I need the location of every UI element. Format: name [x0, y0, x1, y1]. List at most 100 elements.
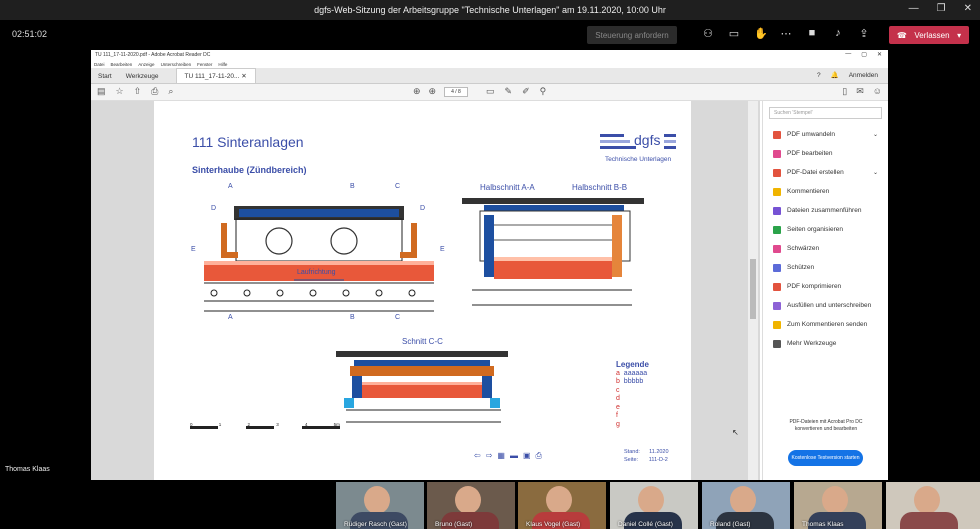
- window-titlebar: dgfs-Web-Sitzung der Arbeitsgruppe "Tech…: [0, 0, 980, 20]
- tool-mehr-werkzeuge[interactable]: Mehr Werkzeuge: [763, 334, 888, 353]
- participant-video[interactable]: Bruno (Gast): [427, 482, 515, 529]
- legend-item: d: [616, 395, 620, 402]
- tools-search-input[interactable]: Suchen 'Stempel': [769, 107, 882, 119]
- tab-start[interactable]: Start: [91, 70, 119, 83]
- highlight-icon[interactable]: ✐: [522, 86, 530, 97]
- scrollbar-thumb[interactable]: [750, 259, 756, 319]
- participant-video[interactable]: Thomas Klaas: [794, 482, 882, 529]
- seite-value: 111-D-2: [648, 457, 668, 463]
- microphone-icon[interactable]: ♪: [832, 27, 844, 40]
- nav-pages-icon[interactable]: ▦: [497, 451, 505, 461]
- menu-file[interactable]: Datei: [94, 62, 105, 67]
- trial-button[interactable]: Kostenlose Testversion starten: [788, 450, 863, 466]
- bell-icon[interactable]: 🔔: [831, 71, 839, 79]
- participants-icon[interactable]: ⚇: [702, 27, 714, 40]
- mark-b-top: B: [350, 183, 355, 190]
- nav-bus-icon[interactable]: ▬: [510, 451, 518, 461]
- acrobat-close-icon[interactable]: ✕: [877, 51, 882, 58]
- print-icon[interactable]: ⎙: [151, 86, 158, 97]
- tab-close-icon[interactable]: ✕: [241, 73, 246, 80]
- mark-e-left: E: [191, 246, 196, 253]
- search-icon[interactable]: ⌕: [168, 86, 173, 97]
- logo-text: dgfs: [634, 132, 660, 148]
- account-icon[interactable]: ☺: [873, 86, 882, 97]
- request-control-button[interactable]: Steuerung anfordern: [587, 26, 677, 44]
- tab-tools[interactable]: Werkzeuge: [119, 70, 166, 83]
- logo-caption: Technische Unterlagen: [604, 156, 672, 163]
- tab-document[interactable]: TU 111_17-11-20... ✕: [175, 68, 256, 83]
- menu-edit[interactable]: Bearbeiten: [111, 62, 133, 67]
- page-indicator[interactable]: 4 / 8: [444, 86, 468, 97]
- raise-hand-icon[interactable]: ✋: [754, 27, 768, 40]
- mail-icon[interactable]: ✉: [856, 86, 864, 97]
- share-screen-icon[interactable]: ⇪: [858, 27, 870, 40]
- help-icon[interactable]: ?: [817, 72, 821, 79]
- camera-icon[interactable]: ■: [806, 27, 818, 40]
- mark-a-top: A: [228, 183, 233, 190]
- close-icon[interactable]: ✕: [964, 3, 972, 14]
- organize-icon: [773, 225, 781, 234]
- chat-icon[interactable]: ▭: [728, 27, 740, 40]
- mark-c-top: C: [395, 183, 401, 190]
- send-icon: [773, 320, 781, 329]
- more-options-icon[interactable]: ⋯: [780, 27, 792, 40]
- menu-help[interactable]: Hilfe: [218, 62, 227, 67]
- restore-icon[interactable]: ❐: [937, 3, 946, 14]
- leave-label: Verlassen: [914, 30, 950, 40]
- tool-seiten-organisieren[interactable]: Seiten organisieren: [763, 220, 888, 239]
- tool-kommentieren[interactable]: Kommentieren: [763, 182, 888, 201]
- tool-pdf-erstellen[interactable]: PDF-Datei erstellen ⌄: [763, 163, 888, 182]
- acrobat-minimize-icon[interactable]: —: [845, 51, 851, 58]
- scale-label: 5m: [333, 422, 340, 427]
- dgfs-logo-graphic: dgfs: [600, 132, 676, 149]
- comment-icon[interactable]: ▭: [486, 86, 495, 97]
- chevron-down-icon[interactable]: ⌄: [873, 131, 878, 138]
- acrobat-titlebar: TU 111_17-11-2020.pdf - Adobe Acrobat Re…: [91, 50, 888, 60]
- pen-icon[interactable]: ✎: [505, 86, 513, 97]
- participant-video[interactable]: Roland (Gast): [702, 482, 790, 529]
- save-icon[interactable]: ▤: [97, 86, 106, 97]
- tool-ausfuellen[interactable]: Ausfüllen und unterschreiben: [763, 296, 888, 315]
- window-controls: — ❐ ✕: [909, 3, 972, 14]
- upload-icon[interactable]: ⇧: [134, 86, 142, 97]
- vertical-scrollbar[interactable]: [748, 101, 758, 480]
- tool-schwaerzen[interactable]: Schwärzen: [763, 239, 888, 258]
- tool-komprimieren[interactable]: PDF komprimieren: [763, 277, 888, 296]
- leave-button[interactable]: ☎ Verlassen ▾: [889, 26, 969, 44]
- legend: Legende a aaaaaa b bbbbb c d e f g: [616, 360, 649, 429]
- participant-video[interactable]: Rüdiger Rasch (Gast): [336, 482, 424, 529]
- document-icon[interactable]: ▯: [842, 86, 847, 97]
- nav-back-icon[interactable]: ⇦: [474, 451, 481, 461]
- tag-icon[interactable]: ⚲: [540, 86, 547, 97]
- create-icon: [773, 168, 781, 177]
- participant-name: Bruno (Gast): [435, 521, 473, 528]
- participant-name: Roland (Gast): [710, 521, 751, 528]
- star-icon[interactable]: ☆: [116, 86, 124, 97]
- legend-item: f: [616, 412, 618, 419]
- tool-pdf-umwandeln[interactable]: PDF umwandeln ⌄: [763, 125, 888, 144]
- page-up-icon[interactable]: ⊕: [413, 86, 421, 97]
- page-down-icon[interactable]: ⊕: [429, 86, 437, 97]
- participant-video[interactable]: [886, 482, 980, 529]
- document-area[interactable]: 111 Sinteranlagen Sinterhaube (Zündberei…: [91, 101, 760, 480]
- tool-pdf-bearbeiten[interactable]: PDF bearbeiten: [763, 144, 888, 163]
- participant-video[interactable]: Daniel Collé (Gast): [610, 482, 698, 529]
- nav-book-icon[interactable]: ▣: [523, 451, 531, 461]
- acrobat-title: TU 111_17-11-2020.pdf - Adobe Acrobat Re…: [95, 52, 211, 58]
- menu-view[interactable]: Anzeige: [138, 62, 154, 67]
- mark-a-bottom: A: [228, 314, 233, 321]
- tool-zum-kommentieren-senden[interactable]: Zum Kommentieren senden: [763, 315, 888, 334]
- redact-icon: [773, 244, 781, 253]
- nav-forward-icon[interactable]: ⇨: [486, 451, 493, 461]
- minimize-icon[interactable]: —: [909, 3, 919, 14]
- acrobat-maximize-icon[interactable]: ▢: [861, 51, 867, 58]
- participant-video[interactable]: Klaus Vogel (Gast): [518, 482, 606, 529]
- menu-sign[interactable]: Unterschreiben: [161, 62, 192, 67]
- menu-window[interactable]: Fenster: [197, 62, 212, 67]
- chevron-down-icon[interactable]: ⌄: [873, 169, 878, 176]
- nav-print-icon[interactable]: ⎙: [536, 451, 542, 461]
- sign-in-button[interactable]: Anmelden: [849, 72, 878, 79]
- chevron-down-icon[interactable]: ▾: [957, 31, 961, 40]
- tool-zusammenfuehren[interactable]: Dateien zusammenführen: [763, 201, 888, 220]
- tool-schuetzen[interactable]: Schützen: [763, 258, 888, 277]
